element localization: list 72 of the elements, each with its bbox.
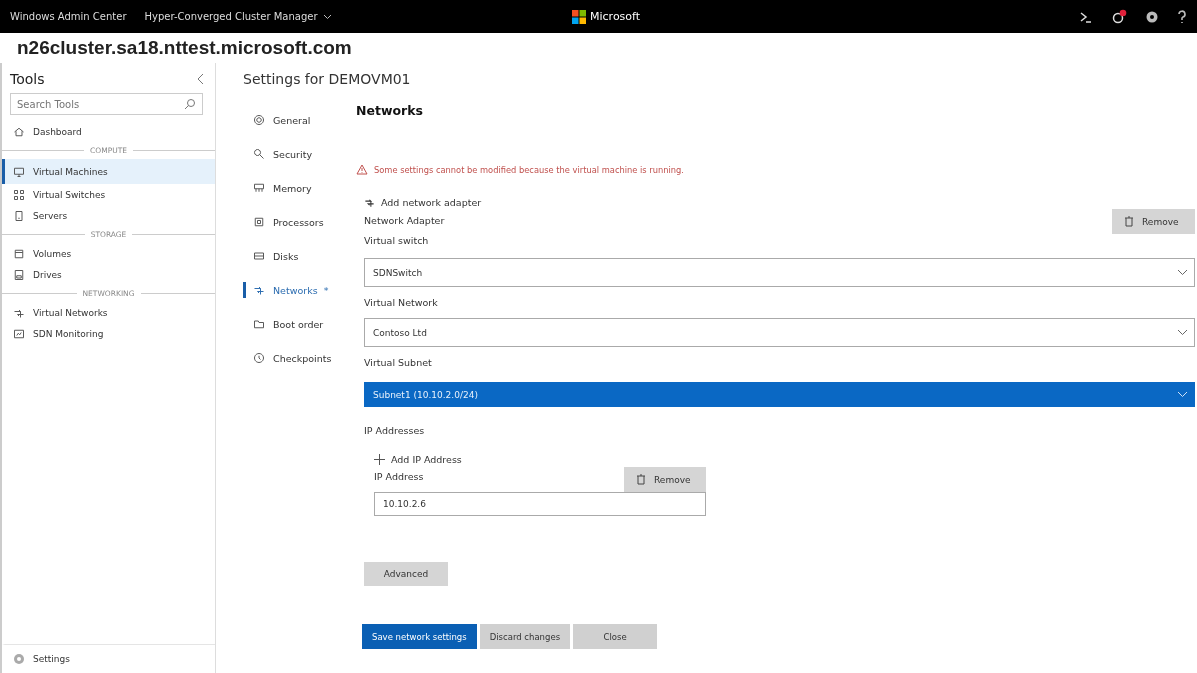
- home-icon: [13, 125, 25, 138]
- security-icon: [253, 148, 265, 160]
- field-label: Virtual switch: [364, 234, 430, 248]
- field-label: Virtual Subnet: [364, 356, 433, 370]
- memory-icon: [253, 182, 265, 194]
- dropdown[interactable]: SDNSwitch: [364, 258, 1195, 287]
- page-title: Settings for DEMOVM01: [243, 71, 412, 87]
- search-field[interactable]: Search Tools: [10, 93, 203, 115]
- tools-title: Tools: [10, 71, 45, 87]
- action-button[interactable]: Discard changes: [479, 624, 571, 649]
- drive-icon: [13, 268, 25, 281]
- windows-logo-icon: [572, 9, 586, 24]
- ip-address-field[interactable]: 10.10.2.6: [374, 492, 706, 516]
- ip-heading: IP Addresses: [364, 424, 426, 438]
- settings-tab[interactable]: Boot order: [243, 307, 348, 341]
- chevron-icon: [1177, 391, 1188, 398]
- add-ip-link[interactable]: Add IP Address: [374, 454, 462, 465]
- settings-tab[interactable]: Networks *: [243, 282, 348, 298]
- tool-item[interactable]: Virtual Switches: [2, 184, 215, 205]
- tool-item[interactable]: Dashboard: [2, 121, 215, 142]
- add-adapter-link[interactable]: Add network adapter: [364, 197, 482, 208]
- chevron-icon: [322, 13, 332, 20]
- app-menu[interactable]: Hyper-Converged Cluster Manager: [144, 11, 332, 22]
- dropdown[interactable]: Subnet1 (10.10.2.0/24): [364, 382, 1195, 407]
- tool-item[interactable]: Drives: [2, 264, 215, 285]
- settings-tab[interactable]: Memory: [243, 171, 348, 205]
- settings-item[interactable]: Settings: [2, 644, 215, 673]
- action-button[interactable]: Close: [573, 624, 658, 649]
- settings-tab[interactable]: General: [243, 103, 348, 137]
- section-title: Networks: [356, 103, 424, 118]
- product-name[interactable]: Windows Admin Center: [10, 11, 127, 22]
- chevron-icon: [1177, 269, 1188, 276]
- ip-label: IP Address: [374, 470, 424, 484]
- warning-icon: [356, 164, 368, 175]
- network-icon: [364, 197, 375, 208]
- search-icon: [184, 98, 196, 110]
- tool-item[interactable]: Volumes: [2, 243, 215, 264]
- vm-icon: [13, 165, 25, 178]
- plus-icon: [374, 454, 385, 465]
- settings-tab[interactable]: Disks: [243, 239, 348, 273]
- dropdown[interactable]: Contoso Ltd: [364, 318, 1195, 347]
- tool-item[interactable]: Virtual Machines: [2, 159, 215, 184]
- adapter-label: Network Adapter: [364, 214, 445, 228]
- warning-message: Some settings cannot be modified because the virtual machine is running.: [374, 164, 684, 175]
- connection-name: n26cluster.sa18.nttest.microsoft.com: [16, 36, 353, 60]
- collapse-icon[interactable]: [197, 73, 205, 85]
- remove-button[interactable]: Remove: [1112, 209, 1195, 234]
- network-icon: [253, 284, 265, 296]
- trash-icon: [636, 474, 646, 485]
- settings-icon[interactable]: [1145, 9, 1159, 24]
- clock-icon: [253, 352, 265, 364]
- settings-tab[interactable]: Security: [243, 137, 348, 171]
- processor-icon: [253, 216, 265, 228]
- settings-tab[interactable]: Checkpoints: [243, 341, 348, 375]
- advanced-button[interactable]: Advanced: [364, 562, 448, 586]
- chevron-icon: [1177, 329, 1188, 336]
- field-label: Virtual Network: [364, 296, 439, 310]
- help-icon[interactable]: [1177, 9, 1187, 24]
- gear-icon: [13, 653, 25, 665]
- monitor-icon: [13, 327, 25, 340]
- notification-icon[interactable]: [1111, 8, 1127, 25]
- tool-item[interactable]: SDN Monitoring: [2, 323, 215, 344]
- server-icon: [13, 209, 25, 222]
- powershell-icon[interactable]: [1079, 9, 1093, 24]
- tool-item[interactable]: Virtual Networks: [2, 302, 215, 323]
- settings-tab[interactable]: Processors: [243, 205, 348, 239]
- switch-icon: [13, 188, 25, 201]
- brand-name: Microsoft: [590, 10, 641, 23]
- remove-button[interactable]: Remove: [624, 467, 706, 492]
- tool-item[interactable]: Servers: [2, 205, 215, 226]
- trash-icon: [1124, 216, 1134, 227]
- action-button[interactable]: Save network settings: [362, 624, 477, 649]
